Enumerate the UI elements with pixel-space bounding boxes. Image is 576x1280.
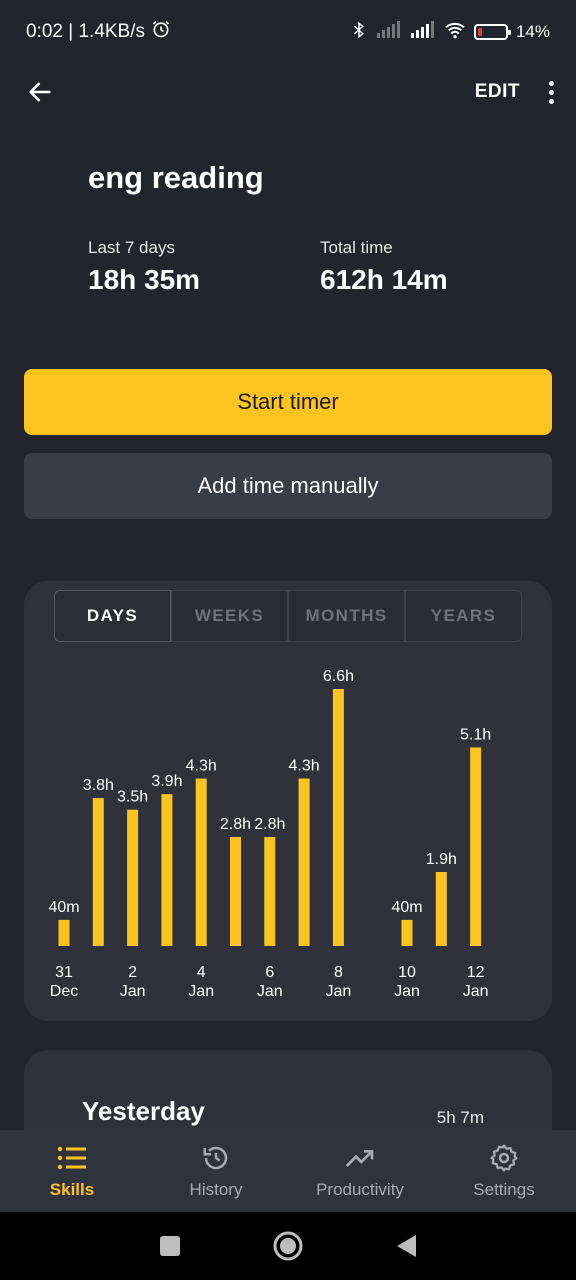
back-nav-button[interactable]: [394, 1233, 418, 1259]
bluetooth-icon: [350, 20, 368, 45]
app-bar: EDIT: [0, 64, 576, 120]
last7-label: Last 7 days: [88, 238, 175, 257]
bar-value-label: 1.9h: [426, 851, 457, 868]
more-options-icon[interactable]: [546, 80, 556, 104]
chart-bar: [127, 809, 139, 946]
bar-value-label: 40m: [391, 899, 422, 916]
bar-chart: 40m31Dec3.8h3.5h2Jan3.9h4.3h4Jan2.8h 2.8h…: [48, 668, 491, 1000]
status-left: 0:02 | 1.4KB/s: [26, 19, 171, 45]
chart-bar: [230, 836, 241, 946]
x-tick-day-label: 4: [197, 964, 206, 981]
x-tick-day-label: 2: [128, 964, 137, 981]
alarm-icon: [151, 19, 171, 45]
last7-stat: Last 7 days 18h 35m: [88, 238, 200, 296]
x-tick-month-label: Jan: [257, 983, 283, 1000]
recents-button[interactable]: [158, 1234, 182, 1258]
chart-bar: [470, 747, 482, 946]
nav-item-skills[interactable]: Skills: [0, 1130, 144, 1212]
nav-item-history[interactable]: History: [144, 1130, 288, 1212]
chart-bar: [332, 689, 344, 946]
start-timer-button[interactable]: Start timer: [24, 369, 552, 435]
bottom-nav: Skills History Productivity Settings: [0, 1130, 576, 1212]
total-value: 612h 14m: [320, 264, 448, 295]
tab-days[interactable]: DAYS: [54, 590, 171, 642]
x-tick-month-label: Jan: [188, 983, 214, 1000]
status-time: 0:02 | 1.4KB/s: [26, 21, 146, 42]
chart-bar: [161, 794, 173, 946]
chart-bar: [435, 872, 447, 946]
bar-value-label: 4.3h: [186, 758, 217, 775]
list-icon: [55, 1142, 89, 1174]
chart-card: 40m 31 Dec 3.8h 3.5h 2 Jan 3.9h 4.3h 4 Jan 2.8h 2.8h…: [24, 581, 552, 1021]
battery-percent: 14%: [515, 22, 550, 41]
bar-value-label: 3.9h: [151, 773, 182, 790]
skill-title: eng reading: [88, 160, 264, 195]
status-right: 14%: [350, 20, 550, 45]
signal-icon-2: [410, 20, 436, 44]
triangle-back-icon: [397, 1235, 416, 1257]
bar-value-label: 2.8h: [254, 816, 285, 833]
tab-years[interactable]: YEARS: [405, 590, 522, 642]
nav-item-productivity[interactable]: Productivity: [288, 1130, 432, 1212]
home-circle-icon: [273, 1231, 303, 1261]
trending-up-icon: [343, 1142, 377, 1174]
x-tick-month-label: Jan: [120, 983, 146, 1000]
bar-value-label: 4.3h: [289, 758, 320, 775]
add-time-manually-button[interactable]: Add time manually: [24, 453, 552, 519]
summary-title: Yesterday: [82, 1096, 205, 1126]
x-tick-month-label: Jan: [394, 983, 420, 1000]
gear-icon: [487, 1142, 521, 1174]
x-tick-day-label: 10: [398, 964, 416, 981]
bar-value-label: 6.6h: [323, 668, 354, 685]
x-tick-month-label: Jan: [326, 983, 352, 1000]
home-button[interactable]: [272, 1230, 304, 1262]
x-tick-month-label: Jan: [463, 983, 489, 1000]
nav-item-settings[interactable]: Settings: [432, 1130, 576, 1212]
history-icon: [199, 1142, 233, 1174]
bar-value-label: 3.8h: [83, 777, 114, 794]
period-tabs: DAYS WEEKS MONTHS YEARS: [54, 590, 522, 642]
chart-bar: [58, 919, 70, 946]
total-label: Total time: [320, 238, 393, 257]
arrow-back-icon: [29, 82, 51, 102]
summary-value: 5h 7m: [436, 1108, 484, 1127]
back-button[interactable]: [24, 76, 56, 108]
nav-label-history: History: [189, 1180, 243, 1199]
chart-bar: [264, 836, 276, 946]
nav-label-settings: Settings: [473, 1180, 535, 1199]
edit-button[interactable]: EDIT: [475, 81, 520, 103]
x-tick-month-label: Dec: [50, 983, 78, 1000]
signal-icon-1: [376, 20, 402, 44]
bar-value-label: 2.8h: [220, 816, 251, 833]
bar-value-label: 40m: [48, 899, 79, 916]
square-icon: [160, 1236, 180, 1256]
battery-icon: [473, 24, 511, 40]
chart-bar: [195, 778, 207, 946]
tab-weeks[interactable]: WEEKS: [171, 590, 288, 642]
total-stat: Total time 612h 14m: [320, 238, 448, 296]
x-tick-day-label: 6: [265, 964, 274, 981]
tab-months[interactable]: MONTHS: [288, 590, 405, 642]
chart-bar: [298, 778, 310, 946]
nav-label-productivity: Productivity: [316, 1180, 404, 1199]
nav-label-skills: Skills: [49, 1180, 95, 1199]
system-nav-bar: [0, 1212, 576, 1280]
bar-value-label: 5.1h: [460, 726, 491, 743]
x-tick-day-label: 31: [55, 964, 73, 981]
status-bar: 0:02 | 1.4KB/s 14%: [0, 0, 576, 64]
wifi-icon: [444, 21, 466, 44]
x-tick-day-label: 12: [467, 964, 485, 981]
bar-value-label: 3.5h: [117, 789, 148, 806]
chart-bar: [92, 798, 104, 946]
chart-bar: [401, 919, 413, 946]
app-actions: EDIT: [475, 80, 556, 104]
x-tick-day-label: 8: [334, 964, 343, 981]
last7-value: 18h 35m: [88, 264, 201, 295]
